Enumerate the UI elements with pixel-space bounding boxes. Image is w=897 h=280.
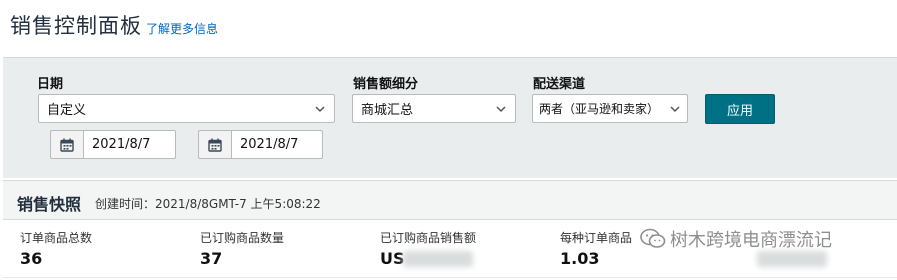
snapshot-title: 销售快照 xyxy=(17,195,82,214)
title-row: 销售控制面板 了解更多信息 xyxy=(10,10,218,40)
start-date-picker[interactable]: 2021/8/7 xyxy=(50,130,176,159)
snapshot-created-time: 创建时间：2021/8/8GMT-7 上午5:08:22 xyxy=(95,197,321,211)
calendar-icon xyxy=(60,138,74,152)
learn-more-link[interactable]: 了解更多信息 xyxy=(146,20,218,37)
metric-value: 36 xyxy=(20,249,43,268)
snapshot-header: 销售快照 创建时间：2021/8/8GMT-7 上午5:08:22 xyxy=(3,180,897,220)
channel-value: 两者（亚马逊和卖家） xyxy=(539,102,660,116)
start-date-calendar-button[interactable] xyxy=(50,130,83,159)
date-range-select[interactable]: 自定义 xyxy=(38,94,335,123)
chevron-down-icon xyxy=(496,106,506,113)
date-label: 日期 xyxy=(37,77,64,92)
watermark-text: 树木跨境电商漂流记 xyxy=(670,230,832,251)
end-date-input[interactable]: 2021/8/7 xyxy=(231,130,323,159)
metric-label: 订单商品总数 xyxy=(20,231,93,245)
channel-label: 配送渠道 xyxy=(533,77,586,92)
redacted-sales-value xyxy=(403,251,473,267)
apply-button[interactable]: 应用 xyxy=(705,94,775,124)
metric-value: 37 xyxy=(200,249,223,268)
breakdown-value: 商城汇总 xyxy=(361,103,414,118)
metric-label: 每种订单商品 xyxy=(560,231,633,245)
page-title: 销售控制面板 xyxy=(10,14,142,38)
watermark: 树木跨境电商漂流记 xyxy=(640,226,832,252)
divider xyxy=(3,277,897,278)
chevron-down-icon xyxy=(315,106,325,113)
end-date-calendar-button[interactable] xyxy=(198,130,231,159)
metric-units-ordered: 已订购商品数量 37 xyxy=(200,229,284,268)
chevron-down-icon xyxy=(670,106,680,113)
wechat-icon xyxy=(640,228,666,248)
metric-label: 已订购商品销售额 xyxy=(380,231,477,245)
metric-total-order-items: 订单商品总数 36 xyxy=(20,229,92,268)
start-date-input[interactable]: 2021/8/7 xyxy=(83,130,176,159)
channel-select[interactable]: 两者（亚马逊和卖家） xyxy=(532,94,688,123)
breakdown-select[interactable]: 商城汇总 xyxy=(352,94,516,123)
metric-units-per-order: 每种订单商品 1.03 xyxy=(560,229,632,268)
metric-label: 已订购商品数量 xyxy=(200,231,285,245)
breakdown-label: 销售额细分 xyxy=(353,77,419,92)
metric-value: 1.03 xyxy=(560,249,600,268)
redacted-metric-value xyxy=(757,251,827,267)
date-range-value: 自定义 xyxy=(47,103,87,118)
end-date-picker[interactable]: 2021/8/7 xyxy=(198,130,323,159)
calendar-icon xyxy=(208,138,222,152)
